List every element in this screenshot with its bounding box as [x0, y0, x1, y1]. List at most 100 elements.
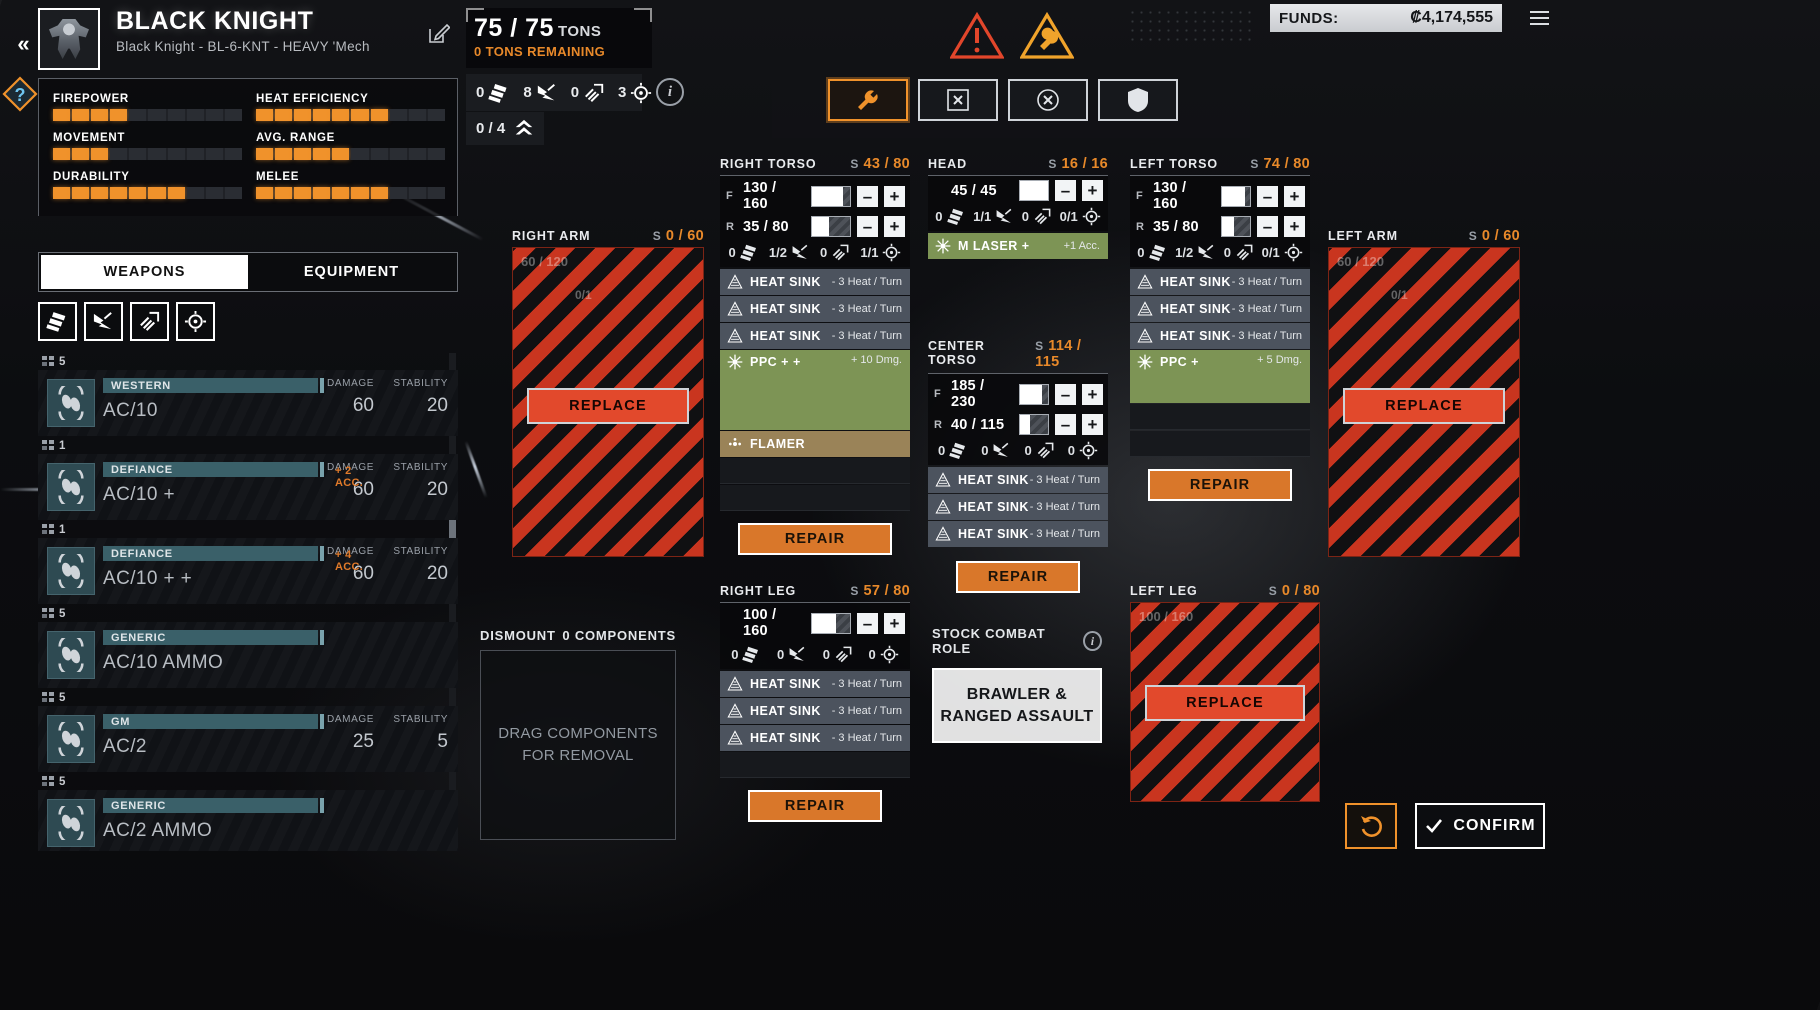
armor-bar[interactable]: [1019, 180, 1049, 201]
replace-button-right-arm[interactable]: REPLACE: [527, 388, 689, 424]
component-slot[interactable]: PPC ++ 5 Dmg.: [1130, 350, 1310, 403]
repair-button-right-leg[interactable]: REPAIR: [748, 790, 882, 822]
wrench-triangle-icon[interactable]: [1020, 12, 1074, 60]
armor-bar[interactable]: [811, 186, 851, 207]
armor-row: F130 / 160–+: [1130, 176, 1310, 212]
hardpoint-ballistic: 0: [935, 207, 965, 226]
hardpoint-support: 0: [1068, 441, 1098, 460]
edit-pencil-icon[interactable]: [428, 22, 450, 44]
armor-decrease-button[interactable]: –: [1257, 186, 1278, 207]
component-slot[interactable]: HEAT SINK- 3 Heat / Turn: [1130, 269, 1310, 295]
armor-row: F130 / 160–+: [720, 176, 910, 212]
list-item[interactable]: GENERICAC/2 AMMO: [38, 790, 458, 851]
armor-row: R35 / 80–+: [1130, 212, 1310, 237]
component-name: HEAT SINK: [750, 329, 821, 343]
stat-pip: [148, 187, 165, 199]
component-slot[interactable]: HEAT SINK- 3 Heat / Turn: [928, 494, 1108, 520]
armor-decrease-button[interactable]: –: [857, 186, 878, 207]
component-slot[interactable]: HEAT SINK- 3 Heat / Turn: [1130, 323, 1310, 349]
mode-refit-button[interactable]: [1008, 79, 1088, 121]
list-item[interactable]: DEFIANCE+ 2 ACC.AC/10 +DAMAGE60STABILITY…: [38, 454, 458, 520]
component-label: HEAT SINK: [1137, 328, 1231, 344]
ghost-armor-value: 100 / 160: [1139, 609, 1193, 624]
quest-marker-icon[interactable]: ?: [2, 76, 38, 112]
info-icon[interactable]: i: [1083, 631, 1102, 651]
filter-support[interactable]: [176, 302, 215, 341]
filter-ballistic[interactable]: [38, 302, 77, 341]
component-slot[interactable]: M LASER ++1 Acc.: [928, 233, 1108, 259]
manufacturer-bar: DEFIANCE: [103, 462, 318, 477]
dismount-title: DISMOUNT: [480, 628, 556, 643]
armor-bar[interactable]: [811, 216, 851, 237]
armor-bar[interactable]: [1019, 384, 1049, 405]
armor-decrease-button[interactable]: –: [1055, 384, 1076, 405]
component-name: HEAT SINK: [958, 473, 1029, 487]
armor-increase-button[interactable]: +: [1082, 414, 1103, 435]
undo-button[interactable]: [1345, 803, 1397, 849]
armor-bar[interactable]: [1019, 414, 1049, 435]
hardpoint-count: 0: [777, 647, 784, 662]
hamburger-menu-icon[interactable]: [1524, 4, 1554, 32]
armor-increase-button[interactable]: +: [884, 613, 905, 634]
component-slot[interactable]: FLAMER: [720, 431, 910, 457]
component-label: HEAT SINK: [727, 730, 821, 746]
dismount-dropzone[interactable]: DRAG COMPONENTS FOR REMOVAL: [480, 650, 676, 840]
armor-decrease-button[interactable]: –: [857, 613, 878, 634]
location-title: RIGHT LEG: [720, 584, 796, 598]
armor-increase-button[interactable]: +: [884, 216, 905, 237]
confirm-button[interactable]: CONFIRM: [1415, 803, 1545, 849]
armor-increase-button[interactable]: +: [1082, 180, 1103, 201]
filter-energy[interactable]: [84, 302, 123, 341]
armor-decrease-button[interactable]: –: [1055, 414, 1076, 435]
replace-button-left-arm[interactable]: REPLACE: [1343, 388, 1505, 424]
replace-button-left-leg[interactable]: REPLACE: [1145, 685, 1305, 721]
component-slot[interactable]: HEAT SINK- 3 Heat / Turn: [720, 698, 910, 724]
repair-button-center-torso[interactable]: REPAIR: [956, 561, 1080, 593]
component-slot[interactable]: HEAT SINK- 3 Heat / Turn: [1130, 296, 1310, 322]
mode-repair-button[interactable]: [828, 79, 908, 121]
component-slot[interactable]: PPC + ++ 10 Dmg.: [720, 350, 910, 430]
armor-bar[interactable]: [811, 613, 851, 634]
mech-thumbnail[interactable]: [38, 8, 100, 70]
armor-bar[interactable]: [1221, 216, 1251, 237]
mode-strip-button[interactable]: [918, 79, 998, 121]
repair-button-left-torso[interactable]: REPAIR: [1148, 469, 1292, 501]
armor-increase-button[interactable]: +: [1082, 384, 1103, 405]
tab-weapons[interactable]: WEAPONS: [41, 255, 248, 289]
weapon-ac-icon: [47, 463, 95, 511]
info-icon[interactable]: i: [656, 78, 684, 106]
component-slot[interactable]: HEAT SINK- 3 Heat / Turn: [720, 296, 910, 322]
component-slot[interactable]: HEAT SINK- 3 Heat / Turn: [928, 467, 1108, 493]
list-item[interactable]: WESTERNAC/10DAMAGE60STABILITY20HEAT15: [38, 370, 458, 436]
location-title: CENTER TORSO: [928, 339, 1035, 367]
armor-decrease-button[interactable]: –: [857, 216, 878, 237]
mech-silhouette-icon: [49, 19, 89, 59]
heatsink-icon: [935, 499, 951, 515]
component-slot[interactable]: HEAT SINK- 3 Heat / Turn: [720, 725, 910, 751]
ballistic-icon: [742, 645, 761, 664]
list-item[interactable]: DEFIANCE+ 4 ACC.AC/10 + +DAMAGE60STABILI…: [38, 538, 458, 604]
armor-increase-button[interactable]: +: [884, 186, 905, 207]
armor-decrease-button[interactable]: –: [1257, 216, 1278, 237]
armor-increase-button[interactable]: +: [1284, 186, 1305, 207]
list-item[interactable]: GMAC/2DAMAGE25STABILITY5HEAT5: [38, 706, 458, 772]
alert-triangle-icon[interactable]: [950, 12, 1004, 60]
component-slot[interactable]: HEAT SINK- 3 Heat / Turn: [720, 269, 910, 295]
list-item[interactable]: GENERICAC/10 AMMO: [38, 622, 458, 688]
stat-pip: [428, 109, 445, 121]
repair-button-right-torso[interactable]: REPAIR: [738, 523, 892, 555]
component-slot[interactable]: HEAT SINK- 3 Heat / Turn: [928, 521, 1108, 547]
item-name: AC/2 AMMO: [103, 820, 458, 842]
component-slot[interactable]: HEAT SINK- 3 Heat / Turn: [720, 323, 910, 349]
tab-equipment[interactable]: EQUIPMENT: [248, 255, 455, 289]
armor-increase-button[interactable]: +: [1284, 216, 1305, 237]
location-title: LEFT TORSO: [1130, 157, 1218, 171]
inventory-list[interactable]: 5WESTERNAC/10DAMAGE60STABILITY20HEAT151D…: [38, 353, 458, 851]
filter-missile[interactable]: [130, 302, 169, 341]
armor-bar[interactable]: [1221, 186, 1251, 207]
stat-pip: [72, 187, 89, 199]
armor-decrease-button[interactable]: –: [1055, 180, 1076, 201]
component-slot[interactable]: HEAT SINK- 3 Heat / Turn: [720, 671, 910, 697]
mode-armor-button[interactable]: [1098, 79, 1178, 121]
stat-bar: [256, 187, 445, 199]
